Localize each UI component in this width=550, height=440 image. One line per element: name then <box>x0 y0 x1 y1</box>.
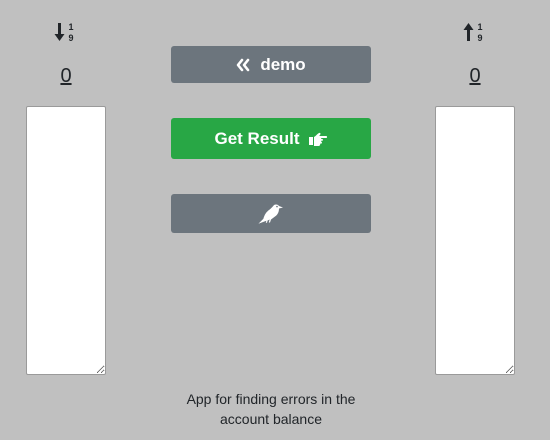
get-result-button-label: Get Result <box>214 128 300 148</box>
svg-text:1: 1 <box>68 22 73 32</box>
left-count[interactable]: 0 <box>26 64 106 88</box>
right-count[interactable]: 0 <box>435 64 515 88</box>
get-result-button[interactable]: Get Result <box>171 118 371 159</box>
svg-text:9: 9 <box>477 33 482 43</box>
demo-button[interactable]: demo <box>171 46 371 83</box>
crow-icon <box>257 202 285 226</box>
left-list-textarea[interactable] <box>26 106 106 375</box>
right-list-textarea[interactable] <box>435 106 515 375</box>
sort-numeric-up-icon[interactable]: 1 9 <box>463 20 487 44</box>
svg-text:9: 9 <box>68 33 73 43</box>
svg-text:1: 1 <box>477 22 482 32</box>
sort-numeric-down-icon[interactable]: 1 9 <box>54 20 78 44</box>
angle-double-left-icon <box>236 58 250 72</box>
demo-button-label: demo <box>260 54 306 74</box>
app-description: App for finding errors in the account ba… <box>186 391 356 427</box>
crow-button[interactable] <box>171 194 371 233</box>
hand-point-right-icon <box>308 131 328 147</box>
